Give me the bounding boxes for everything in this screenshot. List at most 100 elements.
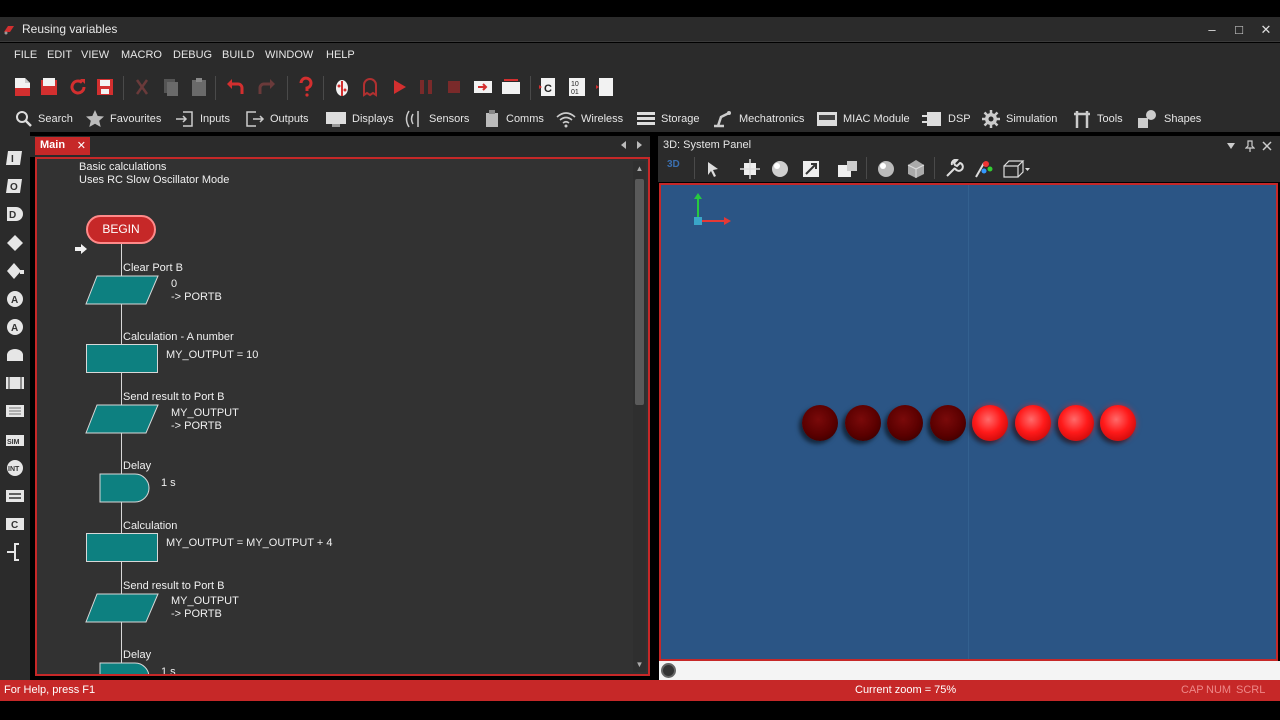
view-window-icon[interactable]: [837, 159, 859, 179]
calculation-command-icon[interactable]: [5, 486, 25, 506]
block-line1: MY_OUTPUT = MY_OUTPUT + 4: [166, 537, 333, 549]
zoom-resize-icon[interactable]: [801, 159, 821, 179]
toolbar-separator: [694, 157, 695, 179]
flowchart-vertical-scrollbar[interactable]: ▲ ▼: [633, 161, 646, 672]
undo-icon[interactable]: [224, 76, 246, 98]
status-cap-indicator: CAP: [1181, 684, 1204, 696]
compile-to-hex-icon[interactable]: 1001: [566, 76, 588, 98]
wrench-properties-icon[interactable]: [944, 159, 964, 179]
begin-terminal[interactable]: BEGIN: [86, 215, 156, 244]
toolbar-tools[interactable]: Tools: [1072, 108, 1123, 130]
interrupt-command-icon[interactable]: INT: [5, 458, 25, 478]
ghost-debug-icon[interactable]: [359, 76, 381, 98]
menu-debug[interactable]: DEBUG: [173, 49, 212, 61]
connection-point-icon[interactable]: A: [5, 289, 25, 309]
close-window-button[interactable]: ✕: [1254, 21, 1278, 39]
pointer-select-icon[interactable]: [703, 159, 723, 179]
axis-gizmo-icon: [694, 193, 731, 225]
lighting-icon[interactable]: [974, 159, 994, 179]
simulation-macro-icon[interactable]: SIM: [5, 430, 25, 450]
toolbar-shapes[interactable]: Shapes: [1137, 108, 1201, 130]
toolbar-dsp[interactable]: DSP: [921, 108, 971, 130]
toolbar-favourites[interactable]: Favourites: [85, 108, 161, 130]
output-block-shape[interactable]: [85, 404, 159, 434]
pause-icon[interactable]: [415, 76, 437, 98]
open-file-icon[interactable]: [38, 76, 60, 98]
paste-icon[interactable]: [188, 76, 210, 98]
menu-build[interactable]: BUILD: [222, 49, 254, 61]
menu-window[interactable]: WINDOW: [265, 49, 313, 61]
calculation-block-shape[interactable]: [86, 344, 158, 373]
svg-text:C: C: [544, 83, 552, 95]
system-panel-3d-canvas[interactable]: [659, 183, 1278, 661]
toolbar-miac-module[interactable]: MIAC Module: [816, 108, 910, 130]
maximize-button[interactable]: □: [1227, 21, 1251, 39]
switch-command-icon[interactable]: [5, 261, 25, 281]
menu-file[interactable]: FILE: [14, 49, 37, 61]
menu-edit[interactable]: EDIT: [47, 49, 72, 61]
toolbar-inputs[interactable]: Inputs: [175, 108, 230, 130]
solid-cube-icon[interactable]: [906, 159, 926, 179]
help-question-icon[interactable]: [295, 76, 317, 98]
toolbar-comms[interactable]: Comms: [483, 108, 544, 130]
output-block-shape[interactable]: [85, 593, 159, 623]
simulation-speed-dial-icon[interactable]: [661, 663, 676, 678]
toolbar-wireless[interactable]: Wireless: [556, 108, 623, 130]
calculation-block-shape[interactable]: [86, 533, 158, 562]
render-quality-icon[interactable]: [875, 159, 897, 179]
compile-to-chip-icon[interactable]: [594, 76, 616, 98]
scroll-up-arrow-icon[interactable]: ▲: [634, 163, 645, 174]
toolbar-simulation[interactable]: Simulation: [981, 108, 1057, 130]
scrollbar-thumb[interactable]: [635, 179, 644, 405]
cut-icon[interactable]: [131, 76, 153, 98]
toolbar-outputs[interactable]: Outputs: [245, 108, 309, 130]
save-icon[interactable]: [94, 76, 116, 98]
output-command-icon[interactable]: O: [5, 176, 25, 196]
delay-command-icon[interactable]: D: [5, 204, 25, 224]
tab-scroll-left-icon[interactable]: [619, 140, 627, 150]
3d-mode-label[interactable]: 3D: [667, 159, 680, 170]
loop-command-icon[interactable]: [5, 345, 25, 365]
decision-command-icon[interactable]: [5, 233, 25, 253]
pan-move-icon[interactable]: [740, 159, 760, 179]
toolbar-displays[interactable]: Displays: [325, 108, 394, 130]
step-into-icon[interactable]: [472, 76, 494, 98]
output-block-shape[interactable]: [85, 275, 159, 305]
execution-pointer-icon: [75, 244, 87, 254]
orbit-sphere-icon[interactable]: [770, 159, 790, 179]
menu-macro[interactable]: MACRO: [121, 49, 162, 61]
delay-block-shape[interactable]: [99, 662, 151, 676]
input-command-icon[interactable]: I: [5, 148, 25, 168]
menu-help[interactable]: HELP: [326, 49, 355, 61]
c-code-command-icon[interactable]: C: [5, 514, 25, 534]
tab-main[interactable]: Main ✕: [35, 137, 90, 155]
macro-command-icon[interactable]: [5, 373, 25, 393]
panel-dropdown-icon[interactable]: [1226, 142, 1236, 150]
pin-icon[interactable]: [1245, 140, 1255, 152]
redo-icon[interactable]: [256, 76, 278, 98]
new-file-icon[interactable]: [11, 76, 33, 98]
reload-icon[interactable]: [67, 76, 89, 98]
component-macro-icon[interactable]: [5, 401, 25, 421]
close-tab-icon[interactable]: ✕: [77, 139, 86, 152]
comment-command-icon[interactable]: [5, 542, 25, 562]
toolbar-storage[interactable]: Storage: [636, 108, 700, 130]
goto-command-icon[interactable]: A: [5, 317, 25, 337]
run-play-icon[interactable]: [388, 76, 410, 98]
wireframe-box-icon[interactable]: [1001, 159, 1031, 179]
step-over-icon[interactable]: [500, 76, 522, 98]
toolbar-mechatronics[interactable]: Mechatronics: [712, 108, 804, 130]
minimize-button[interactable]: –: [1200, 21, 1224, 39]
close-panel-icon[interactable]: [1262, 141, 1272, 151]
menu-view[interactable]: VIEW: [81, 49, 109, 61]
tab-scroll-right-icon[interactable]: [636, 140, 644, 150]
flowchart-canvas[interactable]: Basic calculations Uses RC Slow Oscillat…: [35, 157, 650, 676]
scroll-down-arrow-icon[interactable]: ▼: [634, 659, 645, 670]
compile-to-c-icon[interactable]: C: [537, 76, 559, 98]
toolbar-search[interactable]: Search: [15, 108, 73, 130]
stop-icon[interactable]: [443, 76, 465, 98]
debug-bug-icon[interactable]: [331, 76, 353, 98]
toolbar-sensors[interactable]: Sensors: [404, 108, 469, 130]
copy-icon[interactable]: [160, 76, 182, 98]
delay-block-shape[interactable]: [99, 473, 151, 503]
